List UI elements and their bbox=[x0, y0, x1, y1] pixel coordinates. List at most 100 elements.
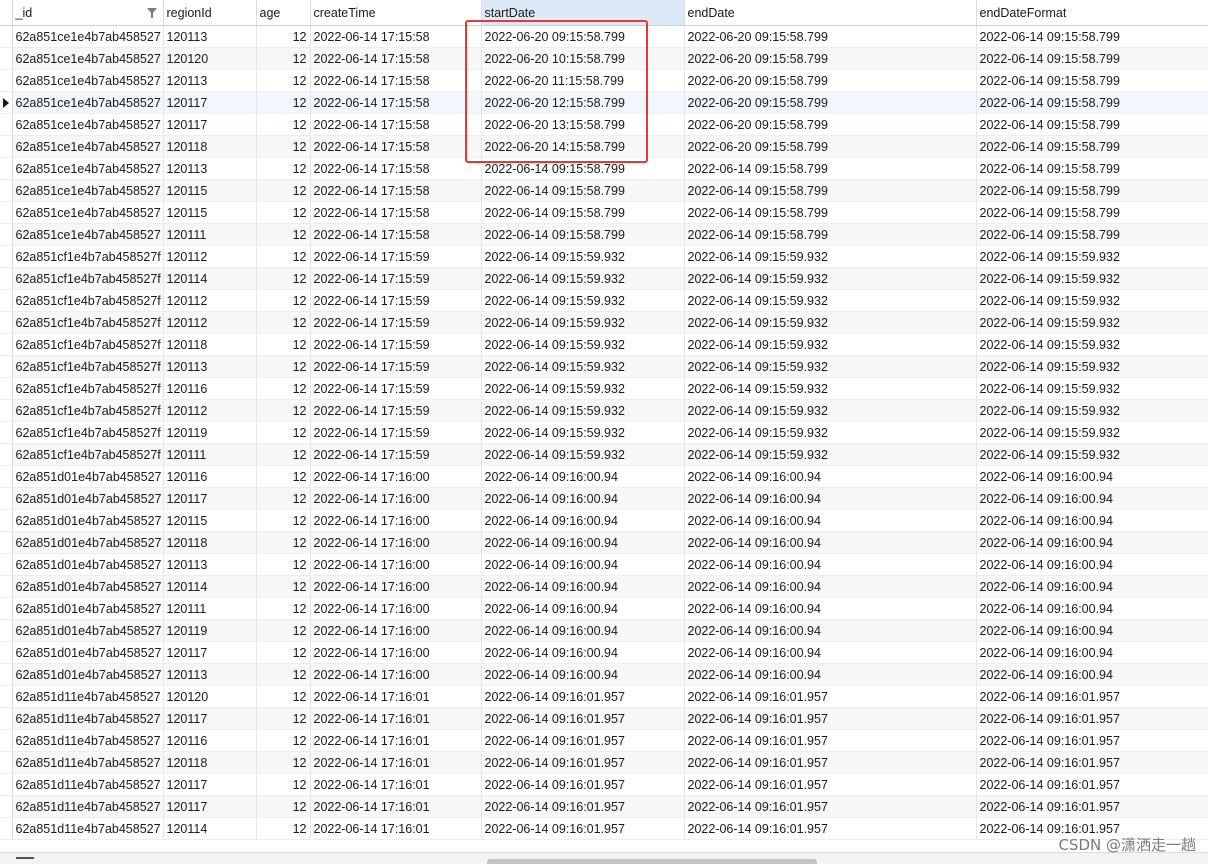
table-row[interactable]: 62a851ce1e4b7ab458527 120113 12 2022-06-14 … bbox=[0, 25, 1208, 48]
cell-age[interactable]: 12 bbox=[256, 245, 311, 268]
cell-age[interactable]: 12 bbox=[256, 157, 311, 180]
cell-age[interactable]: 12 bbox=[256, 355, 311, 378]
cell-startdate[interactable]: 2022-06-14 09:15:59.932 bbox=[481, 289, 685, 312]
cell-id[interactable]: 62a851d01e4b7ab458527 bbox=[12, 575, 164, 598]
cell-startdate[interactable]: 2022-06-20 12:15:58.799 bbox=[481, 91, 685, 114]
cell-regionid[interactable]: 120117 bbox=[163, 707, 257, 730]
cell-regionid[interactable]: 120117 bbox=[163, 487, 257, 510]
cell-regionid[interactable]: 120112 bbox=[163, 311, 257, 334]
cell-age[interactable]: 12 bbox=[256, 91, 311, 114]
row-indicator[interactable] bbox=[0, 817, 13, 840]
table-row[interactable]: 62a851d11e4b7ab458527 120120 12 2022-06-14 … bbox=[0, 685, 1208, 708]
cell-id[interactable]: 62a851cf1e4b7ab458527f bbox=[12, 443, 164, 466]
cell-startdate[interactable]: 2022-06-14 09:15:58.799 bbox=[481, 157, 685, 180]
cell-regionid[interactable]: 120113 bbox=[163, 69, 257, 92]
cell-regionid[interactable]: 120115 bbox=[163, 509, 257, 532]
cell-createtime[interactable]: 2022-06-14 17:16:01 bbox=[310, 751, 482, 774]
cell-regionid[interactable]: 120113 bbox=[163, 553, 257, 576]
row-indicator[interactable] bbox=[0, 311, 13, 334]
cell-createtime[interactable]: 2022-06-14 17:16:01 bbox=[310, 707, 482, 730]
cell-enddateformat[interactable]: 2022-06-14 09:15:58.799 bbox=[976, 135, 1208, 158]
row-indicator[interactable] bbox=[0, 773, 13, 796]
cell-id[interactable]: 62a851ce1e4b7ab458527 bbox=[12, 201, 164, 224]
table-row[interactable]: 62a851cf1e4b7ab458527f 120118 12 2022-06-14… bbox=[0, 333, 1208, 356]
table-row[interactable]: 62a851d11e4b7ab458527 120117 12 2022-06-14 … bbox=[0, 707, 1208, 730]
cell-startdate[interactable]: 2022-06-14 09:15:59.932 bbox=[481, 355, 685, 378]
cell-age[interactable]: 12 bbox=[256, 509, 311, 532]
cell-startdate[interactable]: 2022-06-20 09:15:58.799 bbox=[481, 25, 685, 48]
cell-enddateformat[interactable]: 2022-06-14 09:16:01.957 bbox=[976, 707, 1208, 730]
table-row[interactable]: 62a851d01e4b7ab458527 120113 12 2022-06-14 … bbox=[0, 663, 1208, 686]
cell-createtime[interactable]: 2022-06-14 17:16:00 bbox=[310, 663, 482, 686]
cell-regionid[interactable]: 120119 bbox=[163, 421, 257, 444]
cell-enddate[interactable]: 2022-06-14 09:15:59.932 bbox=[684, 421, 977, 444]
row-indicator[interactable] bbox=[0, 465, 13, 488]
cell-enddate[interactable]: 2022-06-14 09:15:59.932 bbox=[684, 443, 977, 466]
cell-id[interactable]: 62a851cf1e4b7ab458527f bbox=[12, 333, 164, 356]
cell-age[interactable]: 12 bbox=[256, 575, 311, 598]
cell-createtime[interactable]: 2022-06-14 17:16:00 bbox=[310, 509, 482, 532]
cell-enddate[interactable]: 2022-06-14 09:15:59.932 bbox=[684, 267, 977, 290]
cell-startdate[interactable]: 2022-06-14 09:15:59.932 bbox=[481, 245, 685, 268]
column-header-regionid[interactable]: regionId bbox=[163, 0, 257, 26]
cell-enddateformat[interactable]: 2022-06-14 09:15:59.932 bbox=[976, 443, 1208, 466]
cell-regionid[interactable]: 120114 bbox=[163, 267, 257, 290]
cell-enddateformat[interactable]: 2022-06-14 09:16:00.94 bbox=[976, 465, 1208, 488]
row-indicator[interactable] bbox=[0, 157, 13, 180]
cell-age[interactable]: 12 bbox=[256, 113, 311, 136]
row-indicator[interactable] bbox=[0, 531, 13, 554]
cell-age[interactable]: 12 bbox=[256, 201, 311, 224]
cell-startdate[interactable]: 2022-06-14 09:16:01.957 bbox=[481, 795, 685, 818]
row-indicator[interactable] bbox=[0, 751, 13, 774]
cell-createtime[interactable]: 2022-06-14 17:16:00 bbox=[310, 641, 482, 664]
cell-startdate[interactable]: 2022-06-14 09:15:59.932 bbox=[481, 443, 685, 466]
cell-id[interactable]: 62a851d01e4b7ab458527 bbox=[12, 509, 164, 532]
cell-regionid[interactable]: 120117 bbox=[163, 113, 257, 136]
cell-age[interactable]: 12 bbox=[256, 289, 311, 312]
cell-startdate[interactable]: 2022-06-14 09:16:01.957 bbox=[481, 685, 685, 708]
cell-startdate[interactable]: 2022-06-14 09:16:00.94 bbox=[481, 619, 685, 642]
cell-enddateformat[interactable]: 2022-06-14 09:15:59.932 bbox=[976, 333, 1208, 356]
cell-startdate[interactable]: 2022-06-14 09:16:00.94 bbox=[481, 487, 685, 510]
table-row[interactable]: 62a851cf1e4b7ab458527f 120113 12 2022-06-14… bbox=[0, 355, 1208, 378]
cell-enddate[interactable]: 2022-06-14 09:16:00.94 bbox=[684, 465, 977, 488]
cell-startdate[interactable]: 2022-06-14 09:16:01.957 bbox=[481, 773, 685, 796]
cell-enddateformat[interactable]: 2022-06-14 09:15:58.799 bbox=[976, 25, 1208, 48]
cell-enddateformat[interactable]: 2022-06-14 09:15:58.799 bbox=[976, 201, 1208, 224]
cell-enddateformat[interactable]: 2022-06-14 09:15:59.932 bbox=[976, 289, 1208, 312]
cell-createtime[interactable]: 2022-06-14 17:16:00 bbox=[310, 597, 482, 620]
cell-age[interactable]: 12 bbox=[256, 773, 311, 796]
cell-startdate[interactable]: 2022-06-14 09:16:01.957 bbox=[481, 817, 685, 840]
cell-createtime[interactable]: 2022-06-14 17:16:00 bbox=[310, 619, 482, 642]
cell-id[interactable]: 62a851d01e4b7ab458527 bbox=[12, 597, 164, 620]
cell-id[interactable]: 62a851d01e4b7ab458527 bbox=[12, 641, 164, 664]
cell-enddate[interactable]: 2022-06-14 09:15:59.932 bbox=[684, 289, 977, 312]
filter-icon[interactable] bbox=[146, 8, 157, 18]
cell-age[interactable]: 12 bbox=[256, 223, 311, 246]
cell-enddateformat[interactable]: 2022-06-14 09:16:00.94 bbox=[976, 619, 1208, 642]
cell-startdate[interactable]: 2022-06-14 09:15:58.799 bbox=[481, 179, 685, 202]
column-header-age[interactable]: age bbox=[256, 0, 311, 26]
cell-age[interactable]: 12 bbox=[256, 443, 311, 466]
cell-createtime[interactable]: 2022-06-14 17:15:58 bbox=[310, 135, 482, 158]
cell-enddate[interactable]: 2022-06-14 09:15:58.799 bbox=[684, 157, 977, 180]
row-indicator[interactable] bbox=[0, 69, 13, 92]
cell-id[interactable]: 62a851ce1e4b7ab458527 bbox=[12, 25, 164, 48]
cell-regionid[interactable]: 120115 bbox=[163, 201, 257, 224]
cell-enddateformat[interactable]: 2022-06-14 09:16:00.94 bbox=[976, 575, 1208, 598]
cell-createtime[interactable]: 2022-06-14 17:15:59 bbox=[310, 377, 482, 400]
row-indicator[interactable] bbox=[0, 421, 13, 444]
cell-createtime[interactable]: 2022-06-14 17:16:00 bbox=[310, 531, 482, 554]
cell-createtime[interactable]: 2022-06-14 17:15:58 bbox=[310, 25, 482, 48]
cell-enddate[interactable]: 2022-06-14 09:16:00.94 bbox=[684, 575, 977, 598]
cell-enddate[interactable]: 2022-06-14 09:15:59.932 bbox=[684, 377, 977, 400]
cell-enddate[interactable]: 2022-06-14 09:16:00.94 bbox=[684, 597, 977, 620]
cell-age[interactable]: 12 bbox=[256, 179, 311, 202]
cell-createtime[interactable]: 2022-06-14 17:15:59 bbox=[310, 421, 482, 444]
cell-age[interactable]: 12 bbox=[256, 795, 311, 818]
row-indicator[interactable] bbox=[0, 575, 13, 598]
cell-regionid[interactable]: 120111 bbox=[163, 597, 257, 620]
cell-regionid[interactable]: 120118 bbox=[163, 135, 257, 158]
table-row[interactable]: 62a851cf1e4b7ab458527f 120112 12 2022-06-14… bbox=[0, 289, 1208, 312]
cell-id[interactable]: 62a851cf1e4b7ab458527f bbox=[12, 267, 164, 290]
